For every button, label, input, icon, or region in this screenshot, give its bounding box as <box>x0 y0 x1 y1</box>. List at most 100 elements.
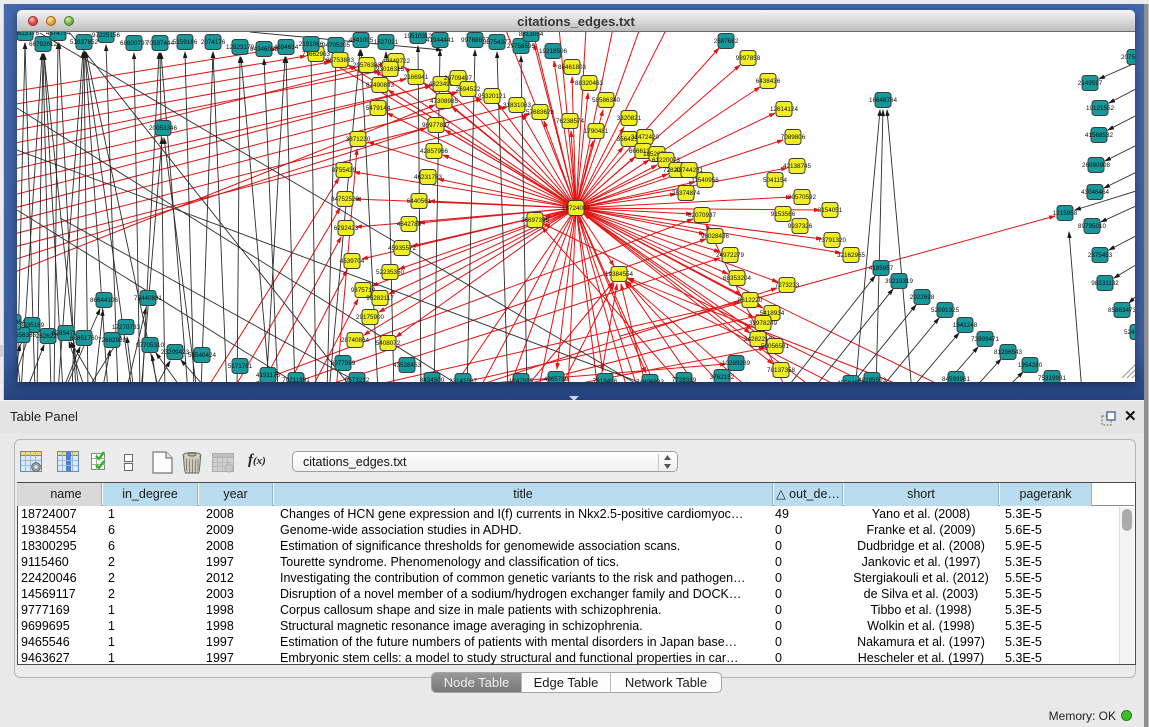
svg-text:68353204: 68353204 <box>723 275 752 282</box>
svg-text:1527021: 1527021 <box>374 39 399 46</box>
svg-text:28740864: 28740864 <box>341 337 370 344</box>
svg-text:74606833: 74606833 <box>636 379 665 382</box>
svg-text:27758595: 27758595 <box>507 43 536 50</box>
svg-text:24972279: 24972279 <box>716 252 745 259</box>
svg-text:43046464: 43046464 <box>1081 189 1110 196</box>
svg-text:35556386: 35556386 <box>17 332 36 339</box>
svg-text:7754864: 7754864 <box>17 319 26 326</box>
svg-text:57683626: 57683626 <box>526 109 555 116</box>
svg-text:50056581: 50056581 <box>761 343 790 350</box>
svg-text:2191066: 2191066 <box>299 41 324 48</box>
svg-text:6440561: 6440561 <box>407 198 432 205</box>
svg-text:1247595: 1247595 <box>509 378 534 382</box>
svg-text:2074176: 2074176 <box>201 39 226 46</box>
svg-text:45935572: 45935572 <box>388 245 417 252</box>
svg-text:4191175: 4191175 <box>256 372 281 379</box>
svg-text:88320463: 88320463 <box>575 80 604 87</box>
svg-text:98231132: 98231132 <box>1091 280 1119 287</box>
svg-text:89795010: 89795010 <box>1078 223 1107 230</box>
svg-text:2149597: 2149597 <box>1078 80 1103 87</box>
svg-text:31472420: 31472420 <box>631 134 660 141</box>
svg-text:8813054: 8813054 <box>519 32 544 38</box>
svg-text:5159166: 5159166 <box>173 39 198 46</box>
svg-text:73440831: 73440831 <box>134 295 163 302</box>
svg-text:72682989: 72682989 <box>98 337 127 344</box>
svg-text:12614124: 12614124 <box>770 106 799 113</box>
svg-text:20570592: 20570592 <box>788 194 817 201</box>
svg-text:32162965: 32162965 <box>837 252 866 259</box>
svg-text:4965789: 4965789 <box>544 376 569 382</box>
svg-text:3154051: 3154051 <box>818 207 843 214</box>
svg-text:19218506: 19218506 <box>539 48 568 55</box>
svg-text:20053346: 20053346 <box>149 125 178 132</box>
svg-text:5408072: 5408072 <box>376 340 401 347</box>
svg-text:4842788: 4842788 <box>397 221 422 228</box>
svg-text:51837852: 51837852 <box>70 39 99 46</box>
svg-text:2694522: 2694522 <box>456 86 481 93</box>
svg-text:66851760: 66851760 <box>70 335 99 342</box>
svg-text:94705205: 94705205 <box>322 42 351 49</box>
svg-text:25374874: 25374874 <box>672 190 701 197</box>
svg-text:52235350: 52235350 <box>376 269 405 276</box>
svg-text:78137358: 78137358 <box>767 367 796 374</box>
svg-text:70597444: 70597444 <box>146 40 175 47</box>
svg-text:3320821: 3320821 <box>617 115 642 122</box>
svg-text:68800797: 68800797 <box>120 40 149 47</box>
svg-text:2166941: 2166941 <box>404 74 429 81</box>
svg-text:81286543: 81286543 <box>994 349 1023 356</box>
svg-text:2375453: 2375453 <box>1088 252 1113 259</box>
svg-text:84593961: 84593961 <box>942 376 971 382</box>
svg-text:9153566: 9153566 <box>771 211 796 218</box>
svg-text:3871230: 3871230 <box>346 136 371 143</box>
svg-text:8434500: 8434500 <box>420 377 445 382</box>
svg-text:3762152: 3762152 <box>710 374 735 381</box>
svg-text:19121552: 19121552 <box>1086 105 1115 112</box>
svg-text:47308985: 47308985 <box>430 98 459 105</box>
svg-text:46231783: 46231783 <box>414 174 443 181</box>
svg-text:70211891: 70211891 <box>282 377 310 382</box>
svg-text:9937326: 9937326 <box>788 223 813 230</box>
svg-text:4374754: 4374754 <box>46 32 71 37</box>
svg-text:6438436: 6438436 <box>756 78 781 85</box>
svg-text:82070937: 82070937 <box>688 212 717 219</box>
svg-text:88461803: 88461803 <box>558 64 587 71</box>
svg-text:4841005: 4841005 <box>349 37 374 44</box>
svg-text:10289289: 10289289 <box>722 360 751 367</box>
svg-text:20752378: 20752378 <box>1121 54 1135 61</box>
svg-text:7273233: 7273233 <box>775 282 800 289</box>
svg-text:4539704: 4539704 <box>340 258 365 265</box>
svg-text:5673212: 5673212 <box>345 377 370 382</box>
svg-text:86644106: 86644106 <box>90 297 119 304</box>
svg-text:1215958: 1215958 <box>1053 210 1078 217</box>
svg-text:5479144: 5479144 <box>366 105 391 112</box>
svg-text:73791320: 73791320 <box>818 237 847 244</box>
svg-text:42857966: 42857966 <box>420 148 449 155</box>
svg-text:96028436: 96028436 <box>701 233 730 240</box>
svg-text:5041154: 5041154 <box>763 177 788 184</box>
svg-text:36697396: 36697396 <box>521 217 550 224</box>
svg-text:31831063: 31831063 <box>503 102 532 109</box>
svg-text:6292423: 6292423 <box>334 225 359 232</box>
svg-text:73993471: 73993471 <box>971 336 1000 343</box>
svg-text:2687682: 2687682 <box>714 38 739 45</box>
svg-text:80823176: 80823176 <box>17 32 39 37</box>
svg-text:7089806: 7089806 <box>781 134 806 141</box>
svg-text:76238574: 76238574 <box>556 118 585 125</box>
svg-text:95320121: 95320121 <box>478 93 507 100</box>
svg-text:97225156: 97225156 <box>92 32 121 39</box>
svg-text:4694634: 4694634 <box>274 44 299 51</box>
svg-text:18724007: 18724007 <box>562 205 591 212</box>
svg-text:16648784: 16648784 <box>869 97 898 104</box>
svg-text:8077999: 8077999 <box>331 360 356 367</box>
svg-text:5171761: 5171761 <box>228 363 253 370</box>
svg-text:41944441: 41944441 <box>426 37 455 44</box>
svg-text:52462441: 52462441 <box>1124 329 1135 336</box>
svg-text:17270733: 17270733 <box>112 324 141 331</box>
svg-text:4185957: 4185957 <box>869 265 894 272</box>
svg-text:39219319: 39219319 <box>885 278 914 285</box>
svg-text:11540956: 11540956 <box>691 177 719 184</box>
svg-text:52091325: 52091325 <box>931 307 960 314</box>
svg-text:33978249: 33978249 <box>749 320 778 327</box>
svg-text:7728339: 7728339 <box>672 377 697 382</box>
svg-text:1841248: 1841248 <box>953 322 978 329</box>
